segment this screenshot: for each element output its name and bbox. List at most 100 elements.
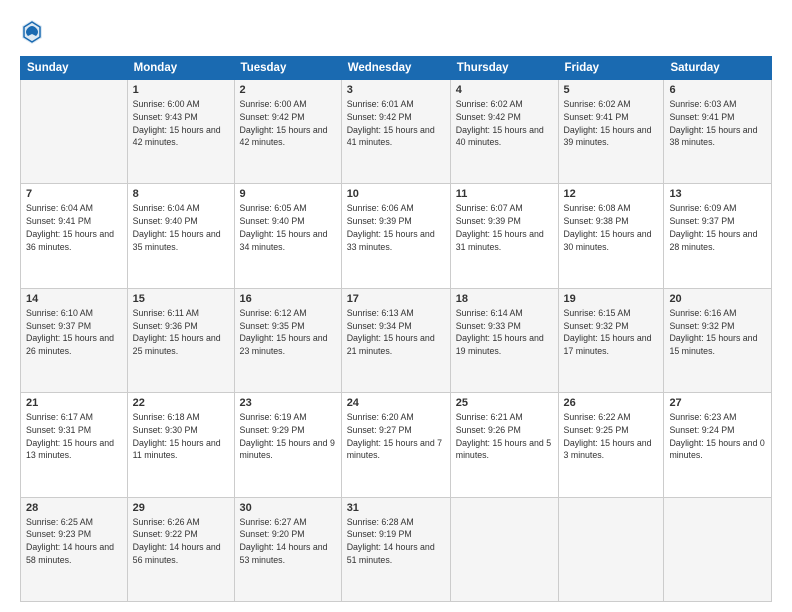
header	[20, 18, 772, 46]
day-number: 16	[240, 293, 336, 305]
day-number: 7	[26, 188, 122, 200]
logo-icon	[20, 18, 44, 46]
day-cell: 11 Sunrise: 6:07 AM Sunset: 9:39 PM Dayli…	[450, 184, 558, 288]
day-number: 28	[26, 502, 122, 514]
day-info: Sunrise: 6:03 AM Sunset: 9:41 PM Dayligh…	[669, 98, 766, 149]
day-info: Sunrise: 6:06 AM Sunset: 9:39 PM Dayligh…	[347, 202, 445, 253]
logo	[20, 18, 48, 46]
day-cell	[21, 80, 128, 184]
day-number: 17	[347, 293, 445, 305]
day-cell: 29 Sunrise: 6:26 AM Sunset: 9:22 PM Dayli…	[127, 497, 234, 601]
day-number: 30	[240, 502, 336, 514]
day-cell: 14Sunrise: 6:10 AM Sunset: 9:37 PM Dayli…	[21, 288, 128, 392]
day-cell: 20Sunrise: 6:16 AM Sunset: 9:32 PM Dayli…	[664, 288, 772, 392]
day-cell: 16 Sunrise: 6:12 AM Sunset: 9:35 PM Dayli…	[234, 288, 341, 392]
day-info: Sunrise: 6:15 AM Sunset: 9:32 PM Dayligh…	[564, 307, 659, 358]
day-cell: 17 Sunrise: 6:13 AM Sunset: 9:34 PM Dayli…	[341, 288, 450, 392]
day-cell: 27 Sunrise: 6:23 AM Sunset: 9:24 PM Dayli…	[664, 393, 772, 497]
day-number: 21	[26, 397, 122, 409]
day-cell: 6Sunrise: 6:03 AM Sunset: 9:41 PM Daylig…	[664, 80, 772, 184]
day-cell: 9Sunrise: 6:05 AM Sunset: 9:40 PM Daylig…	[234, 184, 341, 288]
day-cell: 2Sunrise: 6:00 AM Sunset: 9:42 PM Daylig…	[234, 80, 341, 184]
day-info: Sunrise: 6:22 AM Sunset: 9:25 PM Dayligh…	[564, 411, 659, 462]
day-cell	[664, 497, 772, 601]
day-number: 23	[240, 397, 336, 409]
day-number: 27	[669, 397, 766, 409]
day-info: Sunrise: 6:17 AM Sunset: 9:31 PM Dayligh…	[26, 411, 122, 462]
weekday-header-tuesday: Tuesday	[234, 57, 341, 80]
day-number: 25	[456, 397, 553, 409]
day-cell: 8 Sunrise: 6:04 AM Sunset: 9:40 PM Daylig…	[127, 184, 234, 288]
day-cell	[558, 497, 664, 601]
day-cell: 1Sunrise: 6:00 AM Sunset: 9:43 PM Daylig…	[127, 80, 234, 184]
day-number: 12	[564, 188, 659, 200]
day-info: Sunrise: 6:18 AM Sunset: 9:30 PM Dayligh…	[133, 411, 229, 462]
day-cell: 21 Sunrise: 6:17 AM Sunset: 9:31 PM Dayli…	[21, 393, 128, 497]
day-number: 19	[564, 293, 659, 305]
page: SundayMondayTuesdayWednesdayThursdayFrid…	[0, 0, 792, 612]
day-number: 18	[456, 293, 553, 305]
day-info: Sunrise: 6:04 AM Sunset: 9:40 PM Dayligh…	[133, 202, 229, 253]
day-cell: 15 Sunrise: 6:11 AM Sunset: 9:36 PM Dayli…	[127, 288, 234, 392]
day-cell: 25 Sunrise: 6:21 AM Sunset: 9:26 PM Dayli…	[450, 393, 558, 497]
day-info: Sunrise: 6:11 AM Sunset: 9:36 PM Dayligh…	[133, 307, 229, 358]
day-cell: 31 Sunrise: 6:28 AM Sunset: 9:19 PM Dayli…	[341, 497, 450, 601]
weekday-header-thursday: Thursday	[450, 57, 558, 80]
day-number: 8	[133, 188, 229, 200]
day-number: 4	[456, 84, 553, 96]
day-info: Sunrise: 6:05 AM Sunset: 9:40 PM Dayligh…	[240, 202, 336, 253]
day-number: 26	[564, 397, 659, 409]
day-cell	[450, 497, 558, 601]
day-info: Sunrise: 6:00 AM Sunset: 9:43 PM Dayligh…	[133, 98, 229, 149]
week-row-4: 21 Sunrise: 6:17 AM Sunset: 9:31 PM Dayli…	[21, 393, 772, 497]
day-info: Sunrise: 6:23 AM Sunset: 9:24 PM Dayligh…	[669, 411, 766, 462]
day-info: Sunrise: 6:27 AM Sunset: 9:20 PM Dayligh…	[240, 516, 336, 567]
weekday-header-saturday: Saturday	[664, 57, 772, 80]
day-info: Sunrise: 6:04 AM Sunset: 9:41 PM Dayligh…	[26, 202, 122, 253]
day-cell: 12 Sunrise: 6:08 AM Sunset: 9:38 PM Dayli…	[558, 184, 664, 288]
day-number: 20	[669, 293, 766, 305]
day-info: Sunrise: 6:02 AM Sunset: 9:41 PM Dayligh…	[564, 98, 659, 149]
day-info: Sunrise: 6:12 AM Sunset: 9:35 PM Dayligh…	[240, 307, 336, 358]
day-info: Sunrise: 6:19 AM Sunset: 9:29 PM Dayligh…	[240, 411, 336, 462]
day-cell: 26 Sunrise: 6:22 AM Sunset: 9:25 PM Dayli…	[558, 393, 664, 497]
day-info: Sunrise: 6:08 AM Sunset: 9:38 PM Dayligh…	[564, 202, 659, 253]
day-number: 14	[26, 293, 122, 305]
day-number: 13	[669, 188, 766, 200]
day-number: 22	[133, 397, 229, 409]
day-number: 15	[133, 293, 229, 305]
day-number: 3	[347, 84, 445, 96]
day-cell: 18 Sunrise: 6:14 AM Sunset: 9:33 PM Dayli…	[450, 288, 558, 392]
day-info: Sunrise: 6:07 AM Sunset: 9:39 PM Dayligh…	[456, 202, 553, 253]
day-number: 5	[564, 84, 659, 96]
weekday-header-sunday: Sunday	[21, 57, 128, 80]
day-info: Sunrise: 6:13 AM Sunset: 9:34 PM Dayligh…	[347, 307, 445, 358]
week-row-5: 28 Sunrise: 6:25 AM Sunset: 9:23 PM Dayli…	[21, 497, 772, 601]
day-info: Sunrise: 6:21 AM Sunset: 9:26 PM Dayligh…	[456, 411, 553, 462]
calendar-table: SundayMondayTuesdayWednesdayThursdayFrid…	[20, 56, 772, 602]
week-row-2: 7 Sunrise: 6:04 AM Sunset: 9:41 PM Daylig…	[21, 184, 772, 288]
day-number: 24	[347, 397, 445, 409]
day-number: 11	[456, 188, 553, 200]
weekday-header-wednesday: Wednesday	[341, 57, 450, 80]
day-cell: 10 Sunrise: 6:06 AM Sunset: 9:39 PM Dayli…	[341, 184, 450, 288]
day-number: 31	[347, 502, 445, 514]
day-number: 29	[133, 502, 229, 514]
day-info: Sunrise: 6:09 AM Sunset: 9:37 PM Dayligh…	[669, 202, 766, 253]
day-cell: 23 Sunrise: 6:19 AM Sunset: 9:29 PM Dayli…	[234, 393, 341, 497]
day-cell: 5 Sunrise: 6:02 AM Sunset: 9:41 PM Daylig…	[558, 80, 664, 184]
day-cell: 19 Sunrise: 6:15 AM Sunset: 9:32 PM Dayli…	[558, 288, 664, 392]
day-cell: 13 Sunrise: 6:09 AM Sunset: 9:37 PM Dayli…	[664, 184, 772, 288]
day-info: Sunrise: 6:28 AM Sunset: 9:19 PM Dayligh…	[347, 516, 445, 567]
weekday-header-monday: Monday	[127, 57, 234, 80]
week-row-1: 1Sunrise: 6:00 AM Sunset: 9:43 PM Daylig…	[21, 80, 772, 184]
day-number: 2	[240, 84, 336, 96]
day-cell: 30 Sunrise: 6:27 AM Sunset: 9:20 PM Dayli…	[234, 497, 341, 601]
day-number: 10	[347, 188, 445, 200]
day-cell: 3Sunrise: 6:01 AM Sunset: 9:42 PM Daylig…	[341, 80, 450, 184]
day-info: Sunrise: 6:25 AM Sunset: 9:23 PM Dayligh…	[26, 516, 122, 567]
day-info: Sunrise: 6:14 AM Sunset: 9:33 PM Dayligh…	[456, 307, 553, 358]
weekday-header-friday: Friday	[558, 57, 664, 80]
day-cell: 28 Sunrise: 6:25 AM Sunset: 9:23 PM Dayli…	[21, 497, 128, 601]
day-info: Sunrise: 6:26 AM Sunset: 9:22 PM Dayligh…	[133, 516, 229, 567]
